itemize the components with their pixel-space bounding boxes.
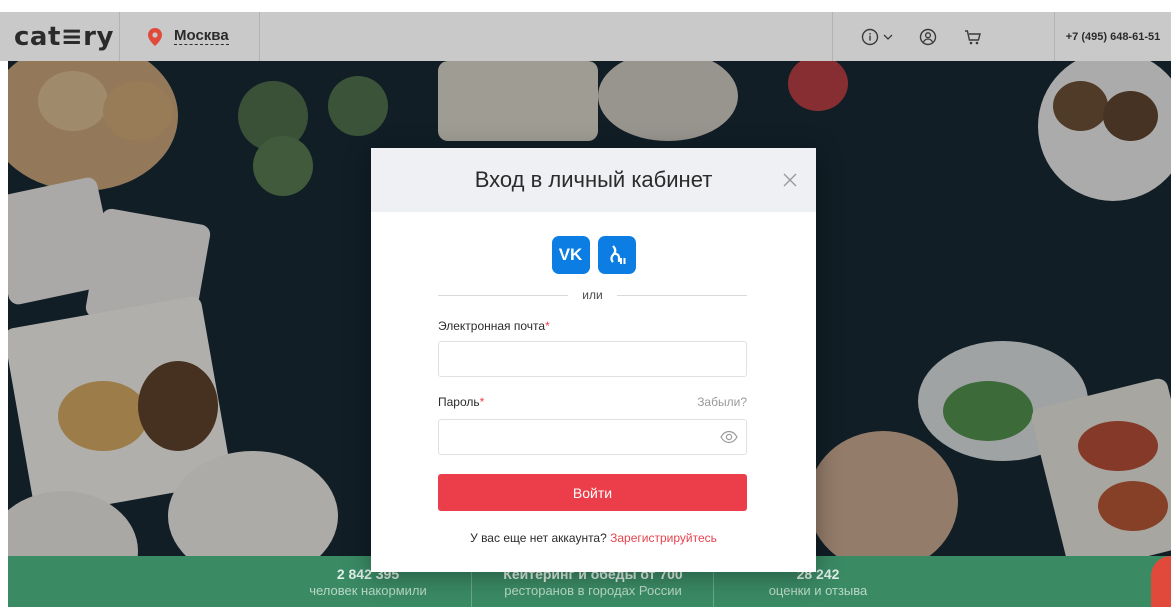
city-label: Москва (174, 27, 229, 45)
divider-line (616, 294, 748, 296)
login-modal: Вход в личный кабинет VK или Электронная… (371, 148, 816, 572)
gazprom-flame-icon (609, 245, 625, 264)
register-link[interactable]: Зарегистрируйтесь (610, 531, 717, 545)
register-prompt: У вас еще нет аккаунта? Зарегистрируйтес… (371, 531, 816, 545)
required-mark: * (545, 319, 550, 333)
email-label-text: Электронная почта (438, 319, 546, 333)
show-password-icon[interactable] (720, 430, 738, 444)
account-button[interactable] (919, 28, 937, 46)
modal-title: Вход в личный кабинет (474, 167, 713, 192)
stat-text: человек накормили (309, 583, 427, 598)
password-field[interactable] (438, 419, 747, 455)
city-selector[interactable]: Москва (120, 12, 260, 61)
social-login-buttons: VK (371, 236, 816, 274)
logo-text: cat≡ry (14, 21, 114, 52)
header-actions (832, 12, 1055, 61)
chat-widget-button[interactable] (1151, 556, 1171, 607)
or-divider: или (438, 288, 748, 302)
info-icon (861, 28, 879, 45)
required-mark: * (479, 395, 485, 409)
chevron-down-icon (883, 34, 893, 40)
password-label: Пароль* (438, 395, 484, 409)
login-button[interactable]: Войти (438, 474, 747, 511)
user-icon (919, 28, 937, 45)
password-label-text: Пароль (438, 395, 480, 409)
email-field[interactable] (438, 341, 747, 377)
vk-icon: VK (558, 245, 583, 264)
email-label: Электронная почта* (438, 319, 550, 333)
top-navigation-bar: cat≡ry Москва +7 (495) 648-61-51 (0, 12, 1171, 61)
modal-header: Вход в личный кабинет (371, 148, 816, 212)
site-logo[interactable]: cat≡ry (0, 12, 120, 61)
cart-icon (965, 29, 981, 44)
stat-text: оценки и отзыва (768, 583, 868, 598)
phone-number[interactable]: +7 (495) 648-61-51 (1055, 12, 1171, 61)
forgot-password-link[interactable]: Забыли? (697, 395, 747, 409)
vk-login-button[interactable]: VK (551, 236, 590, 274)
map-pin-icon (148, 27, 162, 46)
info-menu[interactable] (861, 28, 893, 46)
gazprom-id-login-button[interactable] (597, 236, 636, 274)
close-icon[interactable] (782, 172, 798, 188)
cart-button[interactable] (963, 28, 983, 46)
register-prompt-text: У вас еще нет аккаунта? (470, 531, 607, 545)
or-label: или (582, 288, 603, 302)
stat-text: ресторанов в городах России (504, 583, 682, 598)
divider-line (438, 294, 569, 296)
